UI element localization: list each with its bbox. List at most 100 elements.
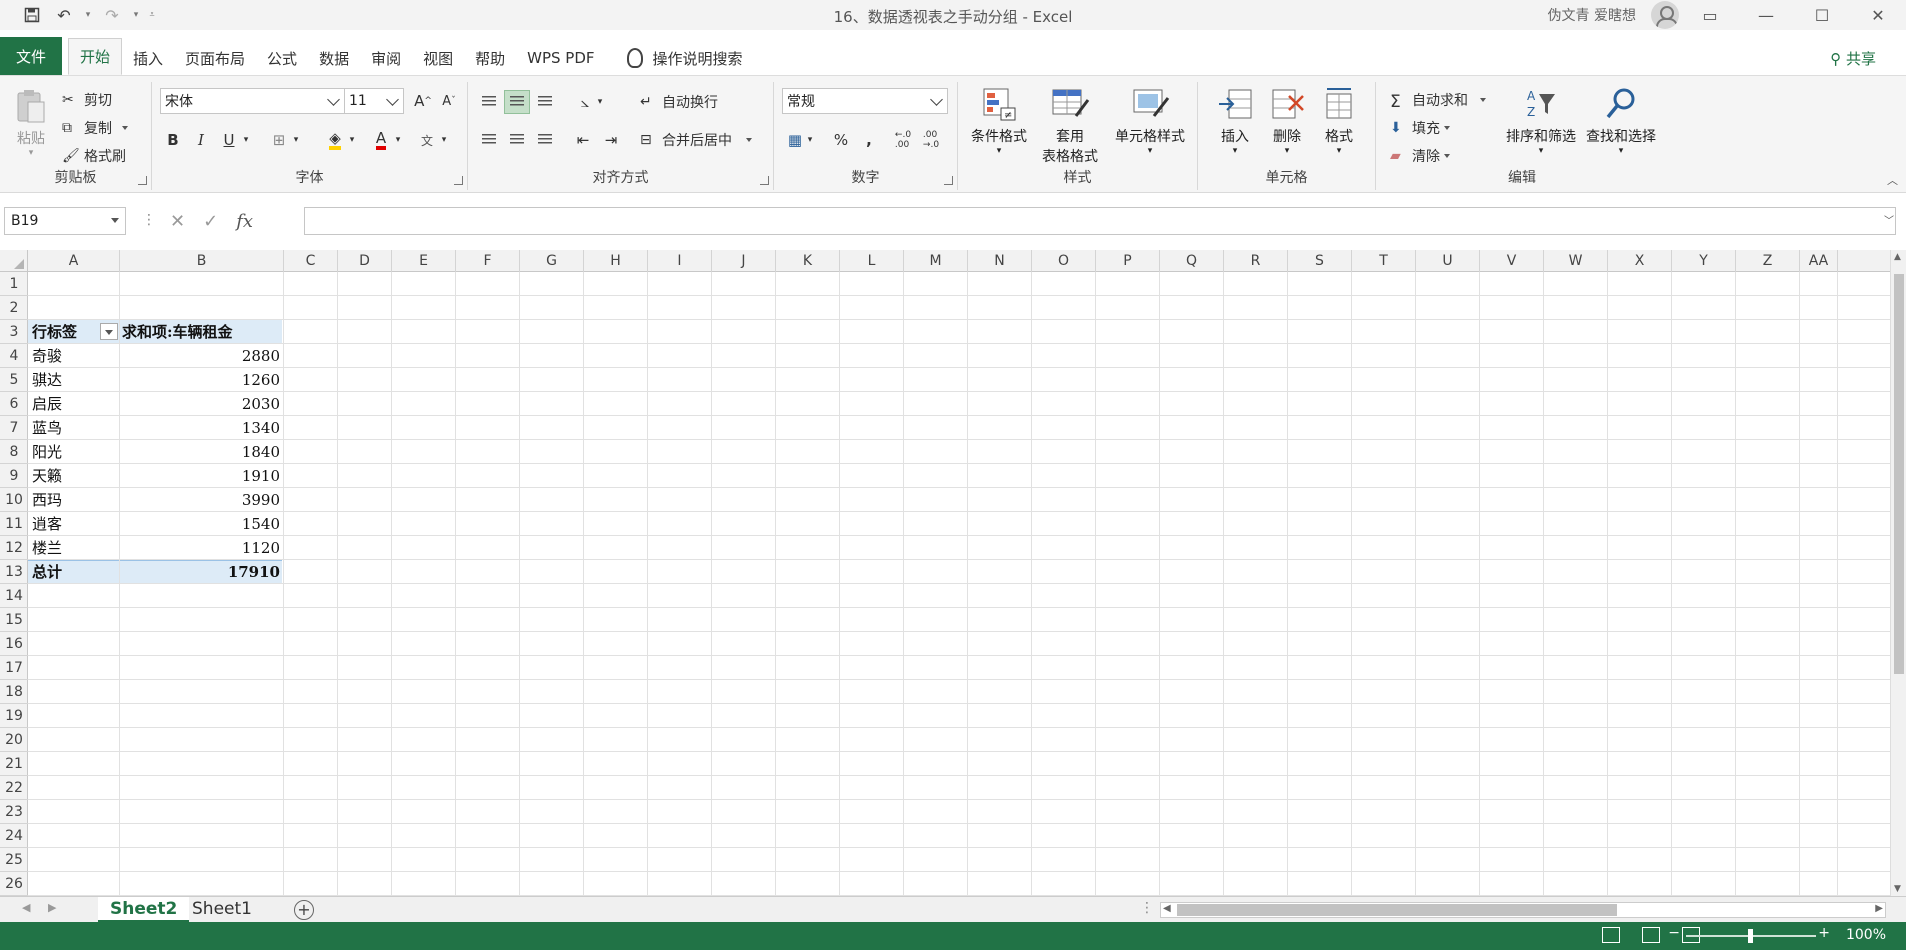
- tab-help[interactable]: 帮助: [464, 41, 516, 75]
- percent-icon[interactable]: %: [828, 128, 854, 152]
- insert-function-icon[interactable]: fx: [236, 211, 253, 232]
- pivot-item-value[interactable]: 1840: [122, 440, 280, 464]
- row-header[interactable]: 14: [0, 584, 28, 608]
- column-header[interactable]: R: [1224, 250, 1288, 272]
- horizontal-scrollbar[interactable]: ▶ ◀: [1160, 902, 1886, 918]
- tab-data[interactable]: 数据: [308, 41, 360, 75]
- column-header[interactable]: Q: [1160, 250, 1224, 272]
- pivot-item-label[interactable]: 天籁: [32, 464, 62, 488]
- row-header[interactable]: 24: [0, 824, 28, 848]
- align-left-icon[interactable]: [476, 128, 502, 152]
- save-icon[interactable]: [18, 2, 46, 28]
- scroll-right-icon[interactable]: ▶: [1875, 903, 1883, 914]
- comma-style-icon[interactable]: ,: [856, 128, 882, 152]
- tab-insert[interactable]: 插入: [122, 41, 174, 75]
- column-header[interactable]: C: [284, 250, 338, 272]
- row-header[interactable]: 8: [0, 440, 28, 464]
- column-header[interactable]: P: [1096, 250, 1160, 272]
- tab-formulas[interactable]: 公式: [256, 41, 308, 75]
- increase-font-icon[interactable]: A ^: [410, 89, 436, 113]
- pivot-item-value[interactable]: 2880: [122, 344, 280, 368]
- redo-icon[interactable]: ↷: [98, 2, 126, 28]
- column-header[interactable]: A: [28, 250, 120, 272]
- scroll-down-icon[interactable]: ▼: [1894, 884, 1901, 894]
- pivot-item-value[interactable]: 1340: [122, 416, 280, 440]
- column-header[interactable]: V: [1480, 250, 1544, 272]
- pivot-item-value[interactable]: 1120: [122, 536, 280, 560]
- tab-wps-pdf[interactable]: WPS PDF: [516, 41, 605, 75]
- copy-button[interactable]: ⧉ 复制: [62, 118, 128, 138]
- italic-button[interactable]: I: [188, 128, 214, 152]
- column-header[interactable]: Z: [1736, 250, 1800, 272]
- pivot-total-value[interactable]: 17910: [122, 560, 280, 584]
- pivot-item-value[interactable]: 1910: [122, 464, 280, 488]
- zoom-level[interactable]: 100%: [1846, 927, 1886, 943]
- minimize-icon[interactable]: —: [1738, 0, 1794, 30]
- fill-color-dropdown-icon[interactable]: ▾: [346, 128, 358, 152]
- row-header[interactable]: 20: [0, 728, 28, 752]
- row-header[interactable]: 23: [0, 800, 28, 824]
- row-header[interactable]: 17: [0, 656, 28, 680]
- row-header[interactable]: 3: [0, 320, 28, 344]
- zoom-slider-knob[interactable]: [1748, 929, 1753, 943]
- conditional-format-button[interactable]: ≠ 条件格式 ▾: [968, 86, 1030, 156]
- column-header[interactable]: N: [968, 250, 1032, 272]
- customize-toolbar-icon[interactable]: ⩡: [146, 2, 158, 28]
- pivot-total-label[interactable]: 总计: [32, 560, 62, 584]
- tab-view[interactable]: 视图: [412, 41, 464, 75]
- row-header[interactable]: 2: [0, 296, 28, 320]
- fill-color-icon[interactable]: ◈: [322, 128, 348, 152]
- column-header[interactable]: M: [904, 250, 968, 272]
- increase-decimal-icon[interactable]: ←.0.00: [890, 128, 916, 152]
- cell-styles-button[interactable]: 单元格样式 ▾: [1108, 86, 1192, 156]
- column-header[interactable]: H: [584, 250, 648, 272]
- borders-dropdown-icon[interactable]: ▾: [290, 128, 302, 152]
- row-header[interactable]: 22: [0, 776, 28, 800]
- tab-file[interactable]: 文件: [0, 37, 62, 75]
- column-header[interactable]: B: [120, 250, 284, 272]
- underline-dropdown-icon[interactable]: ▾: [240, 128, 252, 152]
- increase-indent-icon[interactable]: ⇥: [598, 128, 624, 152]
- avatar[interactable]: [1651, 1, 1679, 29]
- row-header[interactable]: 18: [0, 680, 28, 704]
- font-launcher-icon[interactable]: [454, 176, 463, 185]
- column-header[interactable]: O: [1032, 250, 1096, 272]
- row-header[interactable]: 4: [0, 344, 28, 368]
- cut-button[interactable]: ✂ 剪切: [62, 90, 112, 110]
- align-middle-icon[interactable]: [504, 90, 530, 114]
- cell-grid[interactable]: 行标签 求和项:车辆租金 奇骏 2880 骐达 1260 启辰 2030 蓝鸟 …: [28, 272, 1890, 896]
- currency-dropdown-icon[interactable]: ▾: [804, 128, 816, 152]
- align-top-icon[interactable]: [476, 90, 502, 114]
- delete-cells-button[interactable]: 删除 ▾: [1264, 86, 1310, 156]
- column-header[interactable]: F: [456, 250, 520, 272]
- font-color-icon[interactable]: A: [368, 128, 394, 152]
- font-color-dropdown-icon[interactable]: ▾: [392, 128, 404, 152]
- row-header[interactable]: 12: [0, 536, 28, 560]
- close-icon[interactable]: ✕: [1850, 0, 1906, 30]
- sheet-tab-sheet2[interactable]: Sheet2: [98, 897, 190, 923]
- number-format-combo[interactable]: 常规: [782, 88, 948, 114]
- pivot-value-header[interactable]: 求和项:车辆租金: [122, 320, 233, 344]
- vertical-scroll-thumb[interactable]: [1894, 274, 1904, 674]
- column-header[interactable]: G: [520, 250, 584, 272]
- merge-center-button[interactable]: ⊟ 合并后居中: [640, 130, 752, 150]
- column-header[interactable]: J: [712, 250, 776, 272]
- row-header[interactable]: 26: [0, 872, 28, 896]
- pivot-row-labels-header[interactable]: 行标签: [32, 320, 77, 344]
- pivot-item-label[interactable]: 逍客: [32, 512, 62, 536]
- pivot-item-label[interactable]: 启辰: [32, 392, 62, 416]
- filter-dropdown-icon[interactable]: [100, 323, 118, 340]
- scroll-up-icon[interactable]: ▲: [1894, 252, 1901, 262]
- pivot-item-value[interactable]: 2030: [122, 392, 280, 416]
- insert-cells-button[interactable]: 插入 ▾: [1212, 86, 1258, 156]
- sort-filter-button[interactable]: AZ 排序和筛选 ▾: [1500, 86, 1582, 156]
- zoom-slider[interactable]: [1686, 929, 1816, 943]
- borders-icon[interactable]: ⊞: [266, 128, 292, 152]
- column-header[interactable]: T: [1352, 250, 1416, 272]
- pivot-item-label[interactable]: 蓝鸟: [32, 416, 62, 440]
- add-sheet-icon[interactable]: +: [294, 900, 314, 920]
- name-box[interactable]: B19: [4, 207, 126, 235]
- confirm-entry-icon[interactable]: ✓: [203, 211, 218, 232]
- undo-dropdown-icon[interactable]: ▾: [82, 2, 94, 28]
- autosum-button[interactable]: Σ 自动求和: [1390, 90, 1486, 112]
